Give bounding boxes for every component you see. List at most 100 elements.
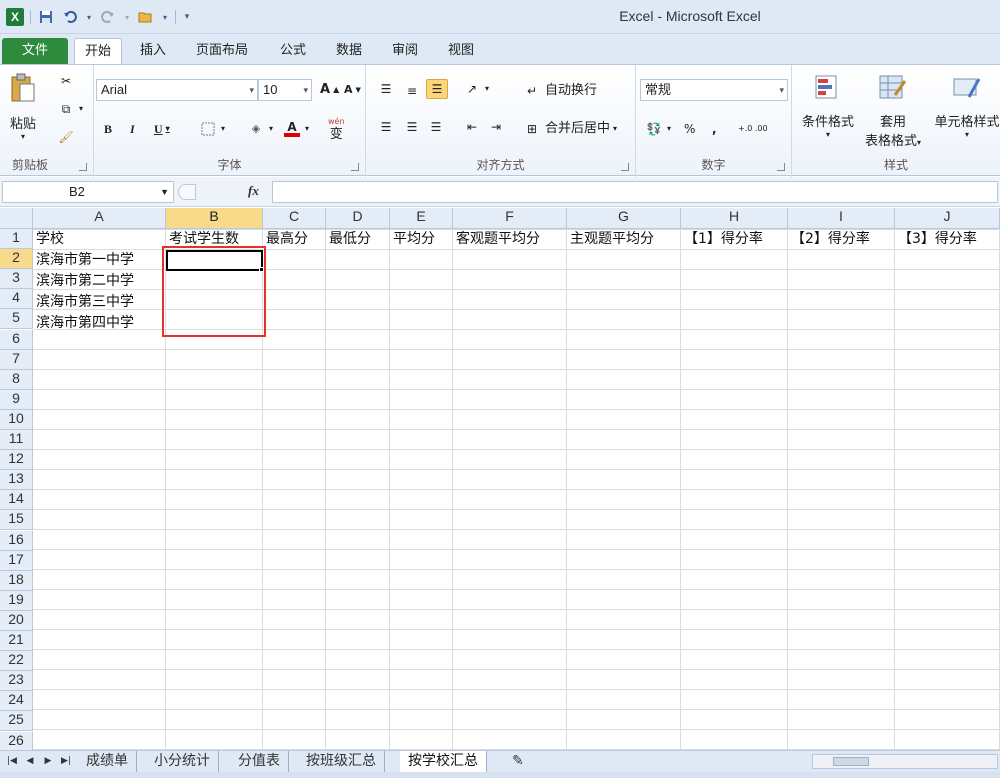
cell-a4[interactable]: 滨海市第三中学 <box>33 292 134 312</box>
fill-color-button[interactable]: ◈ ▾ <box>246 119 273 139</box>
column-header-d[interactable]: D <box>326 208 390 229</box>
cell-f1[interactable]: 客观题平均分 <box>453 229 540 249</box>
column-header-c[interactable]: C <box>263 208 326 229</box>
number-format-select[interactable]: 常规 ▾ <box>640 79 788 101</box>
font-color-button[interactable]: A ▾ <box>282 119 309 139</box>
phonetic-button[interactable]: wén 变 <box>328 117 345 141</box>
column-header-g[interactable]: G <box>567 208 681 229</box>
clipboard-launcher-icon[interactable] <box>79 163 87 171</box>
increase-decimal-button[interactable]: +.0 .00 <box>738 119 768 139</box>
format-as-table-button[interactable]: 套用 表格格式▾ <box>860 73 926 149</box>
number-launcher-icon[interactable] <box>777 163 785 171</box>
grow-font-button[interactable]: A ▲ <box>320 80 339 100</box>
tab-file[interactable]: 文件 <box>2 38 68 64</box>
column-header-a[interactable]: A <box>33 208 166 229</box>
paste-button[interactable]: 粘贴 ▾ <box>8 73 38 141</box>
select-all-corner[interactable] <box>0 208 33 229</box>
font-name-select[interactable]: Arial ▾ <box>96 79 258 101</box>
italic-button[interactable]: I <box>130 119 135 139</box>
next-sheet-icon[interactable]: ▶ <box>42 754 54 768</box>
increase-indent-button[interactable]: ⇥ <box>486 117 506 137</box>
align-left-button[interactable]: ☰ <box>376 117 396 137</box>
sheet-tab-scores[interactable]: 成绩单 <box>78 751 137 772</box>
cell-h1[interactable]: 【1】得分率 <box>681 229 763 249</box>
cell-a1[interactable]: 学校 <box>33 229 64 249</box>
tab-data[interactable]: 数据 <box>326 38 372 64</box>
row-header-24[interactable]: 24 <box>0 691 33 712</box>
alignment-launcher-icon[interactable] <box>621 163 629 171</box>
row-header-7[interactable]: 7 <box>0 349 33 370</box>
row-header-3[interactable]: 3 <box>0 269 33 290</box>
spreadsheet-grid[interactable]: ABCDEFGHIJ 1 2 3 4 5 6 7 8 9 10 11 12 13 14 15 16 17 18 19… <box>0 208 1000 750</box>
tab-formulas[interactable]: 公式 <box>270 38 316 64</box>
formula-input[interactable] <box>272 181 998 203</box>
first-sheet-icon[interactable]: |◀ <box>6 754 18 768</box>
column-header-f[interactable]: F <box>453 208 567 229</box>
column-header-e[interactable]: E <box>390 208 453 229</box>
scrollbar-thumb[interactable] <box>833 757 869 766</box>
last-sheet-icon[interactable]: ▶| <box>60 754 72 768</box>
insert-function-icon[interactable]: fx <box>248 183 259 199</box>
row-header-2[interactable]: 2 <box>0 249 33 270</box>
copy-dropdown-icon[interactable]: ▾ <box>79 99 83 119</box>
align-middle-button[interactable]: ≡ <box>402 81 422 101</box>
row-header-9[interactable]: 9 <box>0 389 33 410</box>
cell-a2[interactable]: 滨海市第一中学 <box>33 250 134 270</box>
row-header-4[interactable]: 4 <box>0 289 33 310</box>
cell-styles-button[interactable]: 单元格样式 ▾ <box>932 73 1000 139</box>
column-header-i[interactable]: I <box>788 208 895 229</box>
format-painter-button[interactable]: 🖌 <box>56 127 76 147</box>
cut-button[interactable]: ✂ <box>56 71 76 91</box>
orientation-button[interactable]: ↗ ▾ <box>462 79 489 99</box>
tab-home[interactable]: 开始 <box>74 38 123 64</box>
shrink-font-button[interactable]: A ▼ <box>344 80 361 100</box>
row-header-6[interactable]: 6 <box>0 329 33 350</box>
row-header-10[interactable]: 10 <box>0 409 33 430</box>
row-header-5[interactable]: 5 <box>0 309 33 330</box>
tab-page-layout[interactable]: 页面布局 <box>186 38 258 64</box>
row-header-14[interactable]: 14 <box>0 490 33 511</box>
cell-a5[interactable]: 滨海市第四中学 <box>33 313 134 333</box>
sheet-tab-points[interactable]: 分值表 <box>230 751 289 772</box>
wrap-text-button[interactable]: ↵ 自动换行 <box>522 81 597 101</box>
horizontal-scrollbar[interactable] <box>812 754 998 769</box>
column-header-b[interactable]: B <box>166 208 263 229</box>
copy-button[interactable]: ⧉ ▾ <box>56 99 83 119</box>
row-header-21[interactable]: 21 <box>0 631 33 651</box>
font-launcher-icon[interactable] <box>351 163 359 171</box>
sheet-tab-subscores[interactable]: 小分统计 <box>146 751 219 772</box>
comma-button[interactable]: , <box>712 119 717 139</box>
align-top-button[interactable]: ☰ <box>376 79 396 99</box>
row-header-20[interactable]: 20 <box>0 610 33 631</box>
tab-insert[interactable]: 插入 <box>130 38 176 64</box>
row-header-23[interactable]: 23 <box>0 671 33 692</box>
borders-button[interactable]: ▾ <box>198 119 225 139</box>
align-bottom-button[interactable]: ☰ <box>426 79 448 99</box>
sheet-tab-by-school[interactable]: 按学校汇总 <box>400 751 487 772</box>
sheet-tab-by-class[interactable]: 按班级汇总 <box>298 751 385 772</box>
cell-a3[interactable]: 滨海市第二中学 <box>33 271 134 291</box>
cell-i1[interactable]: 【2】得分率 <box>788 229 870 249</box>
column-header-h[interactable]: H <box>681 208 788 229</box>
conditional-formatting-button[interactable]: 条件格式 ▾ <box>798 73 858 139</box>
column-header-j[interactable]: J <box>895 208 1000 229</box>
font-size-select[interactable]: 10 ▾ <box>258 79 312 101</box>
row-header-1[interactable]: 1 <box>0 229 33 249</box>
row-header-13[interactable]: 13 <box>0 470 33 491</box>
merge-center-button[interactable]: ⊞ 合并后居中 ▾ <box>522 119 617 139</box>
insert-sheet-icon[interactable]: ✎ <box>504 751 532 772</box>
align-right-button[interactable]: ☰ <box>426 117 446 137</box>
paste-dropdown-icon[interactable]: ▾ <box>21 132 25 141</box>
row-header-22[interactable]: 22 <box>0 651 33 672</box>
row-header-25[interactable]: 25 <box>0 711 33 732</box>
align-center-button[interactable]: ☰ <box>402 117 422 137</box>
row-header-26[interactable]: 26 <box>0 731 33 750</box>
cell-g1[interactable]: 主观题平均分 <box>567 229 654 249</box>
row-header-11[interactable]: 11 <box>0 430 33 450</box>
decrease-indent-button[interactable]: ⇤ <box>462 117 482 137</box>
row-header-17[interactable]: 17 <box>0 550 33 571</box>
row-header-18[interactable]: 18 <box>0 570 33 591</box>
tab-view[interactable]: 视图 <box>438 38 484 64</box>
row-header-15[interactable]: 15 <box>0 510 33 531</box>
underline-button[interactable]: U ▾ <box>154 119 170 139</box>
